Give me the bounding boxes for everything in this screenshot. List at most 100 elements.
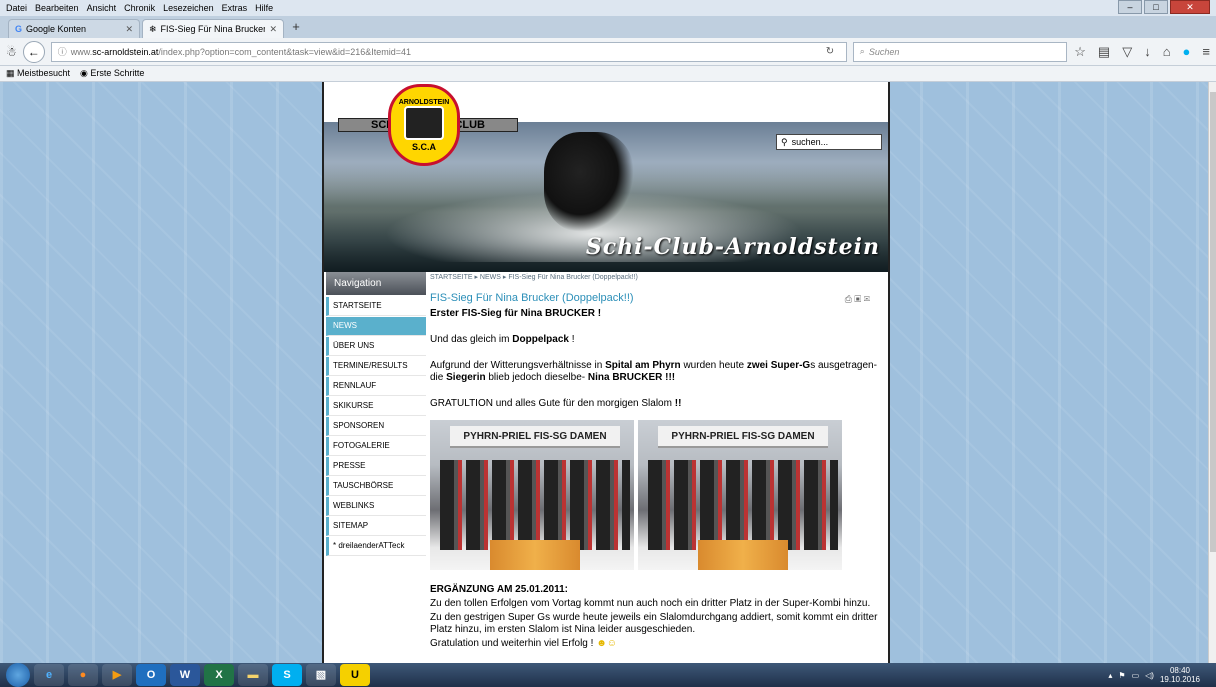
nav-item-sponsoren[interactable]: SPONSOREN	[326, 417, 426, 436]
text-bold: zwei Super-G	[746, 360, 811, 371]
volume-icon[interactable]: ◁)	[1145, 671, 1154, 680]
minimize-button[interactable]: –	[1118, 0, 1142, 14]
network-icon[interactable]: ▭	[1132, 671, 1140, 680]
close-window-button[interactable]: ✕	[1170, 0, 1210, 14]
firefox-icon[interactable]: ●	[68, 664, 98, 686]
menu-ansicht[interactable]: Ansicht	[87, 3, 117, 13]
skype-icon[interactable]: ●	[1183, 44, 1191, 60]
tab-fis-sieg[interactable]: ❄ FIS-Sieg Für Nina Brucker (... ✕	[142, 19, 284, 38]
search-bar[interactable]: ⌕ Suchen	[852, 41, 1067, 62]
menu-bar: Datei Bearbeiten Ansicht Chronik Lesezei…	[0, 0, 1216, 16]
bookmarks-bar: ▦ Meistbesucht ◉ Erste Schritte	[0, 66, 1216, 82]
text-bold: !!	[674, 398, 682, 409]
pocket-icon[interactable]: ▽	[1122, 44, 1132, 60]
excel-icon[interactable]: X	[204, 664, 234, 686]
photo-banner: PYHRN-PRIEL FIS-SG DAMEN	[658, 426, 828, 448]
text-span: GRATULTION und alles Gute für den morgig…	[430, 398, 675, 409]
menu-bearbeiten[interactable]: Bearbeiten	[35, 3, 79, 13]
bookmark-erste-schritte[interactable]: ◉ Erste Schritte	[80, 68, 144, 79]
bookmark-star-icon[interactable]: ☆	[1074, 44, 1086, 60]
pdf-icon[interactable]: ⎙	[845, 294, 852, 304]
menu-datei[interactable]: Datei	[6, 3, 27, 13]
bookmarks-list-icon[interactable]: ▤	[1098, 44, 1110, 60]
nav-item-tauschboerse[interactable]: TAUSCHBÖRSE	[326, 477, 426, 496]
article-paragraph-2: Und das gleich im Doppelpack !	[430, 334, 886, 346]
flag-icon[interactable]: ⚑	[1118, 671, 1125, 680]
nav-item-sitemap[interactable]: SITEMAP	[326, 517, 426, 536]
update-line-2: Zu den gestrigen Super Gs wurde heute je…	[430, 612, 878, 635]
bookmark-label: Erste Schritte	[90, 68, 145, 78]
athletes-image	[440, 460, 630, 550]
hamburger-menu-icon[interactable]: ≡	[1202, 44, 1210, 60]
text-span: blieb jedoch dieselbe-	[485, 372, 588, 383]
site-title: Schi-Club-Arnoldstein	[585, 234, 880, 260]
close-tab-icon[interactable]: ✕	[269, 24, 277, 35]
text-span: !	[568, 334, 575, 345]
clock-date: 19.10.2016	[1159, 675, 1200, 684]
nav-item-termine-results[interactable]: TERMINE/RESULTS	[326, 357, 426, 376]
bookmark-label: Meistbesucht	[17, 68, 71, 78]
text-span: Gratulation und weiterhin viel Erfolg !	[430, 638, 594, 649]
text-bold: Siegerin	[446, 372, 486, 383]
navigation-toolbar: ☃ ← ⓘ www. sc-arnoldstein.at/index.php?op…	[0, 38, 1216, 66]
word-icon[interactable]: W	[170, 664, 200, 686]
nav-item-skikurse[interactable]: SKIKURSE	[326, 397, 426, 416]
nav-item-fotogalerie[interactable]: FOTOGALERIE	[326, 437, 426, 456]
nav-item-ueber-uns[interactable]: ÜBER UNS	[326, 337, 426, 356]
u-app-icon[interactable]: U	[340, 664, 370, 686]
menu-extras[interactable]: Extras	[222, 3, 248, 13]
site-search-input[interactable]: ⚲ suchen...	[776, 134, 882, 150]
home-icon[interactable]: ⌂	[1163, 44, 1171, 60]
menu-chronik[interactable]: Chronik	[124, 3, 155, 13]
close-tab-icon[interactable]: ✕	[125, 24, 133, 35]
site-search-value: suchen...	[791, 137, 829, 147]
clock-time: 08:40	[1169, 666, 1190, 675]
nav-item-rennlauf[interactable]: RENNLAUF	[326, 377, 426, 396]
tab-google-konten[interactable]: G Google Konten ✕	[8, 19, 140, 38]
nav-item-news[interactable]: NEWS	[326, 317, 426, 336]
email-icon[interactable]: ✉	[864, 294, 870, 304]
scrollbar-thumb[interactable]	[1210, 92, 1216, 552]
podium-photo-2[interactable]: PYHRN-PRIEL FIS-SG DAMEN	[638, 420, 842, 570]
menu-hilfe[interactable]: Hilfe	[255, 3, 273, 13]
file-explorer-icon[interactable]: ▬	[238, 664, 268, 686]
site-container: SCHI- CLUB ARNOLDSTEIN S.C.A ⚲ suchen...…	[322, 82, 890, 663]
reload-icon[interactable]: ↻	[826, 46, 840, 57]
menu-lesezeichen[interactable]: Lesezeichen	[163, 3, 214, 13]
update-heading: ERGÄNZUNG AM 25.01.2011:	[430, 584, 569, 595]
article-content: STARTSEITE ▸ NEWS ▸ FIS-Sieg Für Nina Br…	[430, 272, 886, 650]
maximize-button[interactable]: □	[1144, 0, 1168, 14]
internet-explorer-icon[interactable]: e	[34, 664, 64, 686]
start-button[interactable]	[6, 663, 30, 687]
text-bold: Nina BRUCKER !!!	[587, 372, 676, 383]
nav-item-presse[interactable]: PRESSE	[326, 457, 426, 476]
photo-viewer-icon[interactable]: ▧	[306, 664, 336, 686]
nav-item-startseite[interactable]: STARTSEITE	[326, 297, 426, 316]
nav-item-weblinks[interactable]: WEBLINKS	[326, 497, 426, 516]
article-update: ERGÄNZUNG AM 25.01.2011: Zu den tollen E…	[430, 584, 886, 650]
addon-icon[interactable]: ☃	[6, 45, 17, 59]
nav-item-dreilaender[interactable]: * dreilaenderATTeck	[326, 537, 426, 556]
bookmark-meistbesucht[interactable]: ▦ Meistbesucht	[6, 68, 70, 79]
tray-arrow-icon[interactable]: ▴	[1108, 671, 1112, 680]
print-icon[interactable]: ▣	[854, 294, 861, 304]
media-player-icon[interactable]: ▶	[102, 664, 132, 686]
downloads-icon[interactable]: ↓	[1144, 44, 1151, 60]
url-bar[interactable]: ⓘ www. sc-arnoldstein.at/index.php?option…	[50, 41, 847, 62]
info-icon[interactable]: ⓘ	[58, 45, 67, 58]
vertical-scrollbar[interactable]	[1208, 82, 1216, 663]
article-title[interactable]: FIS-Sieg Für Nina Brucker (Doppelpack!!)	[430, 292, 886, 306]
clock[interactable]: 08:40 19.10.2016	[1160, 666, 1200, 684]
url-prefix: www.	[70, 46, 93, 57]
skype-taskbar-icon[interactable]: S	[272, 664, 302, 686]
url-path: /index.php?option=com_content&task=view&…	[158, 46, 412, 57]
club-crest-logo[interactable]: ARNOLDSTEIN S.C.A	[388, 84, 460, 166]
update-line-3: Gratulation und weiterhin viel Erfolg ! …	[430, 638, 886, 650]
header-skier-image	[544, 132, 634, 232]
page-viewport: SCHI- CLUB ARNOLDSTEIN S.C.A ⚲ suchen...…	[0, 82, 1208, 663]
back-button[interactable]: ←	[22, 40, 45, 63]
outlook-icon[interactable]: O	[136, 664, 166, 686]
podium-photo-1[interactable]: PYHRN-PRIEL FIS-SG DAMEN	[430, 420, 634, 570]
podium-image	[698, 540, 788, 570]
new-tab-button[interactable]: +	[286, 19, 306, 38]
